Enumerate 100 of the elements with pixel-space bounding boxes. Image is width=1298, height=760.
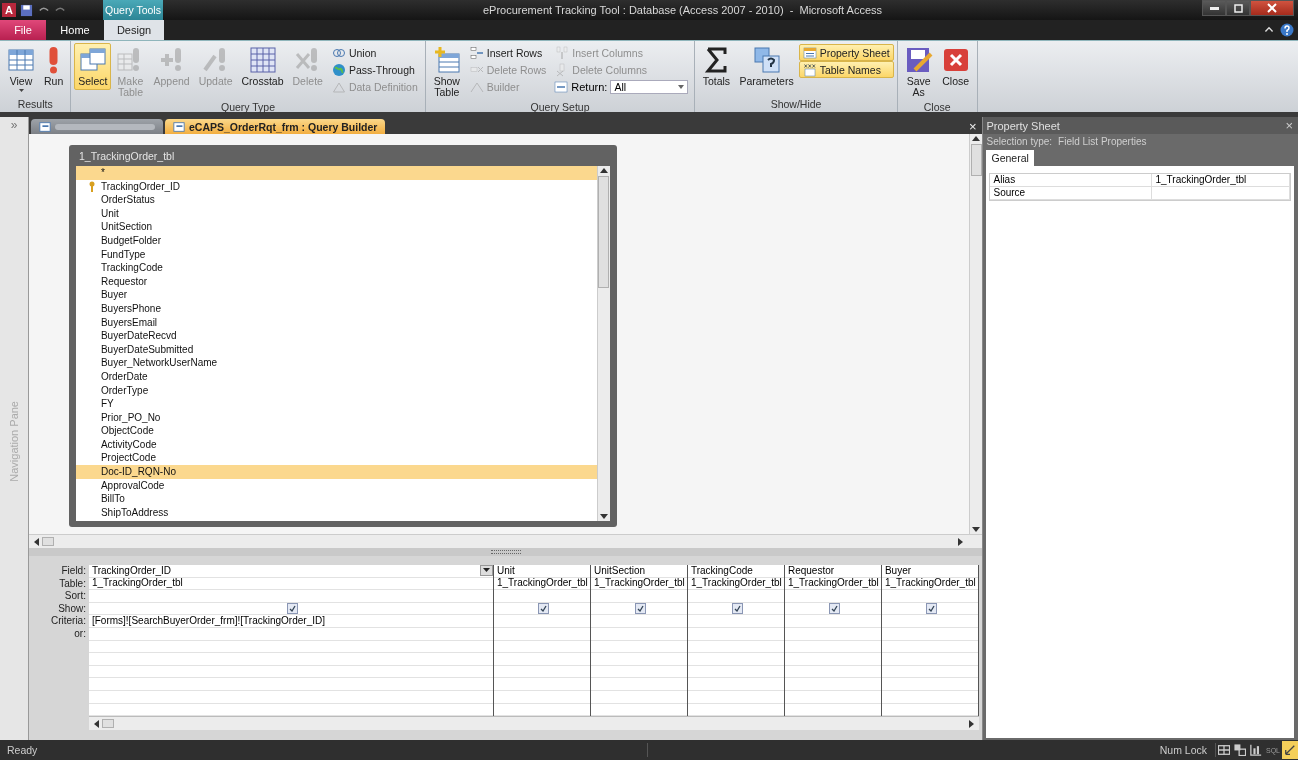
- close-button[interactable]: ×: [1285, 118, 1293, 133]
- ribbon-button[interactable]: Insert Rows: [465, 44, 551, 61]
- field-item[interactable]: TrackingOrder_ID: [75, 179, 597, 194]
- ribbon-button[interactable]: Parameters: [735, 43, 798, 90]
- vertical-scrollbar[interactable]: [596, 166, 610, 521]
- table-cell[interactable]: Buyer: [884, 564, 978, 577]
- field-item[interactable]: OrderType: [75, 383, 597, 398]
- ribbon-tab[interactable]: File: [0, 20, 46, 40]
- field-item[interactable]: *: [75, 166, 597, 180]
- caret-icon: [678, 84, 685, 89]
- scrollbar-thumb[interactable]: [971, 144, 982, 176]
- horizontal-scrollbar[interactable]: [28, 534, 983, 548]
- table-cell[interactable]: Requestor: [787, 564, 881, 577]
- field-item[interactable]: BillTo: [75, 492, 597, 506]
- form-icon: [172, 120, 185, 133]
- field-item[interactable]: FY: [75, 397, 597, 411]
- show-checkbox[interactable]: [731, 603, 743, 615]
- save-icon: [904, 46, 933, 74]
- table-cell[interactable]: UnitSection: [593, 564, 687, 577]
- field-item[interactable]: OrderStatus: [75, 193, 597, 207]
- field-item[interactable]: ProjectCode: [75, 451, 597, 466]
- ribbon-button[interactable]: Close: [937, 43, 974, 90]
- ribbon-button[interactable]: Union: [327, 44, 422, 61]
- row-label: Sort:: [64, 590, 86, 603]
- table-cell-text: 1_TrackingOrder_tbl: [884, 577, 977, 590]
- show-checkbox[interactable]: [537, 603, 549, 615]
- property-tab[interactable]: General: [986, 150, 1034, 166]
- expand-navigation-button[interactable]: »: [10, 118, 18, 132]
- field-item[interactable]: Requestor: [75, 274, 597, 289]
- table-cell[interactable]: TrackingOrder_ID: [91, 564, 480, 577]
- ribbon-tab[interactable]: Home: [52, 20, 98, 40]
- chart-icon: [1250, 744, 1262, 756]
- selection-type-value: Field List Properties: [1058, 135, 1147, 147]
- field-item[interactable]: ApprovalCode: [75, 478, 597, 493]
- field-item[interactable]: BuyersEmail: [75, 315, 597, 330]
- field-item[interactable]: ActivityCode: [75, 437, 597, 452]
- design-view-button[interactable]: [1282, 741, 1298, 759]
- show-checkbox[interactable]: [634, 603, 646, 615]
- field-item[interactable]: TrackingCode: [75, 261, 597, 275]
- field-item[interactable]: ShipToAddress: [75, 505, 597, 520]
- ribbon-button[interactable]: Select: [74, 43, 112, 90]
- return-dropdown[interactable]: All: [610, 79, 689, 94]
- criteria-cell[interactable]: [Forms]![SearchBuyerOrder_frm]![TrackingOrder_ID]: [91, 615, 493, 628]
- dropdown-button[interactable]: [479, 565, 493, 577]
- field-item[interactable]: BuyerDateRecvd: [75, 329, 597, 343]
- ribbon-button[interactable]: Save As: [900, 43, 937, 101]
- field-item[interactable]: Doc-ID_RQN-No: [75, 465, 597, 479]
- ribbon-button[interactable]: Show Table: [428, 43, 465, 101]
- scrollbar-thumb[interactable]: [101, 719, 114, 729]
- scroll-down-icon[interactable]: [599, 513, 608, 521]
- property-value[interactable]: 1_TrackingOrder_tbl: [1152, 174, 1290, 187]
- table-icon: [7, 46, 35, 74]
- group-label: Show/Hide: [770, 98, 822, 110]
- ribbon-tab[interactable]: Design: [104, 20, 164, 40]
- scrollbar-thumb[interactable]: [598, 176, 610, 288]
- field-item[interactable]: BudgetFolder: [75, 233, 597, 248]
- field-label: Return:: [571, 80, 608, 93]
- table-cell[interactable]: TrackingCode: [690, 564, 784, 577]
- table-cell[interactable]: Unit: [496, 564, 590, 577]
- field-item[interactable]: Prior_PO_No: [75, 410, 597, 425]
- field-list-title: 1_TrackingOrder_tbl: [77, 149, 175, 164]
- ribbon-button[interactable]: Totals: [698, 43, 735, 90]
- ribbon-button[interactable]: Property Sheet: [798, 44, 894, 61]
- scroll-right-icon[interactable]: [967, 719, 976, 728]
- horizontal-scrollbar[interactable]: [88, 716, 979, 731]
- vertical-scrollbar[interactable]: [969, 134, 983, 534]
- show-checkbox[interactable]: [828, 603, 840, 615]
- field-item[interactable]: ObjectCode: [75, 424, 597, 438]
- ribbon-button[interactable]: Table Names: [798, 61, 894, 78]
- scroll-up-icon[interactable]: [599, 166, 608, 174]
- field-item[interactable]: FundType: [75, 247, 597, 262]
- ribbon-button[interactable]: Pass-Through: [327, 61, 422, 78]
- scrollbar-thumb[interactable]: [41, 537, 54, 546]
- field-item[interactable]: UnitSection: [75, 220, 597, 234]
- restore-button[interactable]: [1226, 0, 1250, 16]
- field-item[interactable]: BuyersPhone: [75, 301, 597, 316]
- field-item[interactable]: OrderDate: [75, 369, 597, 384]
- ribbon-button[interactable]: View: [3, 43, 39, 95]
- field-item[interactable]: Buyer: [75, 288, 597, 302]
- splitter-handle[interactable]: [490, 550, 521, 554]
- ribbon-button[interactable]: Run: [40, 43, 68, 90]
- num-lock-indicator: Num Lock: [1159, 744, 1207, 756]
- minimize-button[interactable]: [1202, 0, 1226, 16]
- field-item[interactable]: BuyerDateSubmitted: [75, 342, 597, 357]
- field-list-window[interactable]: [68, 145, 617, 527]
- field-item[interactable]: Buyer_NetworkUserName: [75, 356, 597, 370]
- show-checkbox[interactable]: [286, 603, 298, 615]
- app-logo[interactable]: A: [2, 3, 16, 17]
- document-tab[interactable]: [30, 119, 163, 134]
- close-button[interactable]: ×: [968, 119, 977, 134]
- return-icon: [554, 79, 569, 94]
- field-item[interactable]: Unit: [75, 206, 597, 221]
- close-button[interactable]: [1250, 0, 1294, 16]
- close-icon: [941, 46, 970, 74]
- document-tab[interactable]: eCAPS_OrderRqt_frm : Query Builder: [164, 119, 386, 134]
- query-design-grid[interactable]: [88, 565, 979, 717]
- pivottable-view-button[interactable]: [1232, 741, 1248, 759]
- parameters-icon: [752, 46, 781, 74]
- show-checkbox[interactable]: [925, 603, 937, 615]
- ribbon-button[interactable]: Crosstab: [237, 43, 288, 90]
